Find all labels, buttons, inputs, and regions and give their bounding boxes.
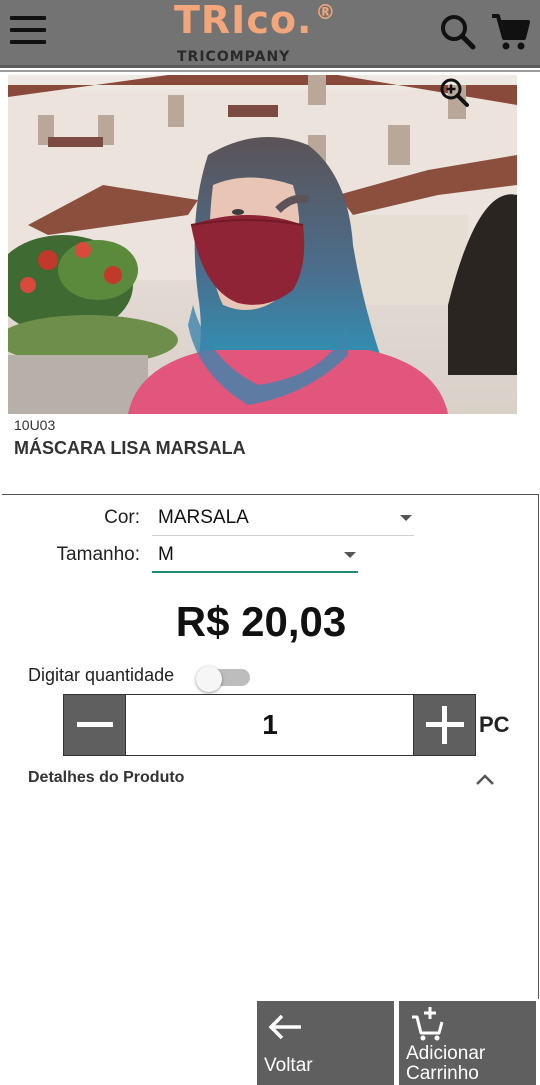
back-label: Voltar [264,1055,313,1076]
product-details-toggle[interactable]: Detalhes do Produto [28,769,184,787]
zoom-in-icon[interactable] [438,76,472,110]
quantity-toggle-label: Digitar quantidade [28,665,175,685]
panel-border [538,494,539,999]
quantity-stepper [63,694,476,756]
chevron-up-icon[interactable] [474,770,496,788]
cart-icon[interactable] [490,12,530,52]
section-divider [2,494,539,495]
add-cart-label-line1: Adicionar [406,1043,486,1064]
product-price: R$ 20,03 [175,598,347,645]
quantity-unit: PC [479,712,510,737]
quantity-input-toggle[interactable] [196,666,252,692]
header-divider [0,70,540,72]
size-select[interactable]: M [152,537,358,573]
color-select[interactable]: MARSALA [152,500,414,536]
toggle-thumb [196,666,222,692]
color-label: Cor: [104,507,140,528]
quantity-field[interactable] [126,695,414,755]
back-button[interactable]: Voltar [257,1001,394,1085]
size-value: M [158,544,174,565]
increase-quantity-button[interactable] [413,695,475,755]
chevron-down-icon [344,552,356,558]
brand-logo[interactable]: TRIco. ® TRICOMPANY [170,0,335,68]
size-label: Tamanho: [56,544,140,565]
app-header: TRIco. ® TRICOMPANY [0,0,540,68]
minus-icon [77,722,113,727]
logo-text: TRIco. ® [174,0,337,42]
product-sku: 10U03 [14,417,56,433]
product-name: MÁSCARA LISA MARSALA [14,438,246,458]
decrease-quantity-button[interactable] [64,695,126,755]
color-value: MARSALA [158,507,249,528]
search-icon[interactable] [438,12,478,52]
product-image[interactable] [8,75,517,414]
add-cart-icon [412,1007,444,1041]
logo-subtitle: TRICOMPANY [177,49,291,65]
add-cart-label-line2: Carrinho [406,1063,479,1084]
chevron-down-icon [400,515,412,521]
add-to-cart-button[interactable]: Adicionar Carrinho [399,1001,536,1085]
menu-icon[interactable] [10,16,46,44]
arrow-left-icon [268,1014,301,1040]
